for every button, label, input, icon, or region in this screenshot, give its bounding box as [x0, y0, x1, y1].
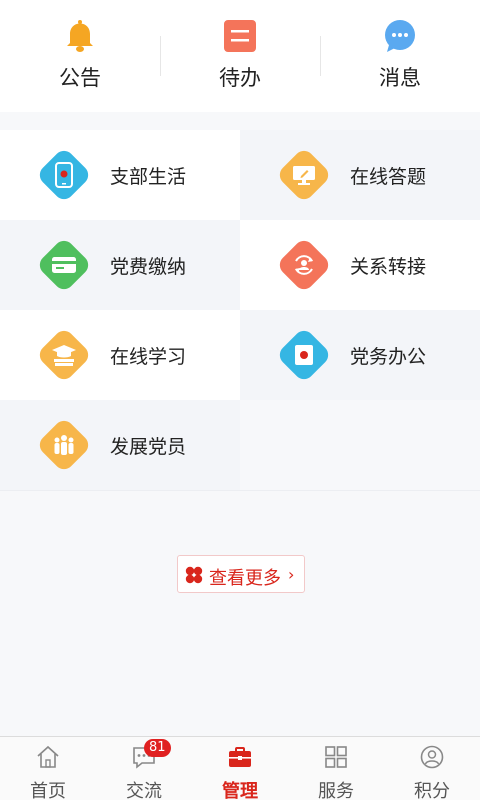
tab-home[interactable]: 首页: [0, 737, 96, 800]
tab-points[interactable]: 积分: [384, 737, 480, 800]
grid-item-party-fee[interactable]: 党费缴纳: [0, 220, 240, 310]
tab-label: 服务: [318, 781, 354, 800]
card-payment-icon: [36, 237, 92, 293]
grid-item-label: 党费缴纳: [110, 256, 187, 278]
bell-icon: [62, 18, 98, 54]
grid-item-label: 发展党员: [110, 436, 187, 458]
grid-item-develop-members[interactable]: 发展党员: [0, 400, 240, 490]
grid-item-label: 在线学习: [110, 346, 187, 368]
grid-item-label: 党务办公: [350, 346, 427, 368]
grid-item-party-office[interactable]: 党务办公: [240, 310, 480, 400]
grid-item-online-quiz[interactable]: 在线答题: [240, 130, 480, 220]
chevron-right-icon: ›: [288, 565, 295, 584]
tab-management[interactable]: 管理: [192, 737, 288, 800]
tab-communication[interactable]: 81 交流: [96, 737, 192, 800]
grid-item-label: 支部生活: [110, 166, 187, 188]
quick-access-bar: 公告 待办 消息: [0, 0, 480, 112]
todo-list-icon: [222, 18, 258, 54]
party-document-icon: [276, 327, 332, 383]
unread-badge: 81: [144, 739, 171, 757]
four-petal-icon: [184, 565, 204, 585]
tab-label: 管理: [222, 781, 258, 800]
chat-bubble-icon: [382, 18, 418, 54]
home-icon: [36, 745, 60, 769]
user-transfer-icon: [276, 237, 332, 293]
quick-messages[interactable]: 消息: [320, 0, 480, 112]
briefcase-icon: [228, 745, 252, 769]
tab-label: 首页: [30, 781, 66, 800]
tab-label: 积分: [414, 781, 450, 800]
view-more-label: 查看更多: [209, 568, 281, 589]
people-group-icon: [36, 417, 92, 473]
mobile-party-icon: [36, 147, 92, 203]
quick-todo[interactable]: 待办: [160, 0, 320, 112]
graduation-books-icon: [36, 327, 92, 383]
grid-item-online-learning[interactable]: 在线学习: [0, 310, 240, 400]
view-more-button[interactable]: 查看更多 ›: [177, 555, 305, 593]
quick-messages-label: 消息: [379, 66, 421, 90]
tab-label: 交流: [126, 781, 162, 800]
grid-bottom-divider: [0, 490, 480, 491]
bottom-navigation: 首页 81 交流 管理 服务 积分: [0, 736, 480, 800]
monitor-pen-icon: [276, 147, 332, 203]
tab-services[interactable]: 服务: [288, 737, 384, 800]
grid-item-relation-transfer[interactable]: 关系转接: [240, 220, 480, 310]
grid-item-label: 在线答题: [350, 166, 427, 188]
user-circle-icon: [420, 745, 444, 769]
grid-squares-icon: [324, 745, 348, 769]
quick-announcement-label: 公告: [59, 66, 101, 90]
grid-item-branch-life[interactable]: 支部生活: [0, 130, 240, 220]
quick-announcement[interactable]: 公告: [0, 0, 160, 112]
grid-item-label: 关系转接: [350, 256, 427, 278]
quick-todo-label: 待办: [219, 66, 261, 90]
